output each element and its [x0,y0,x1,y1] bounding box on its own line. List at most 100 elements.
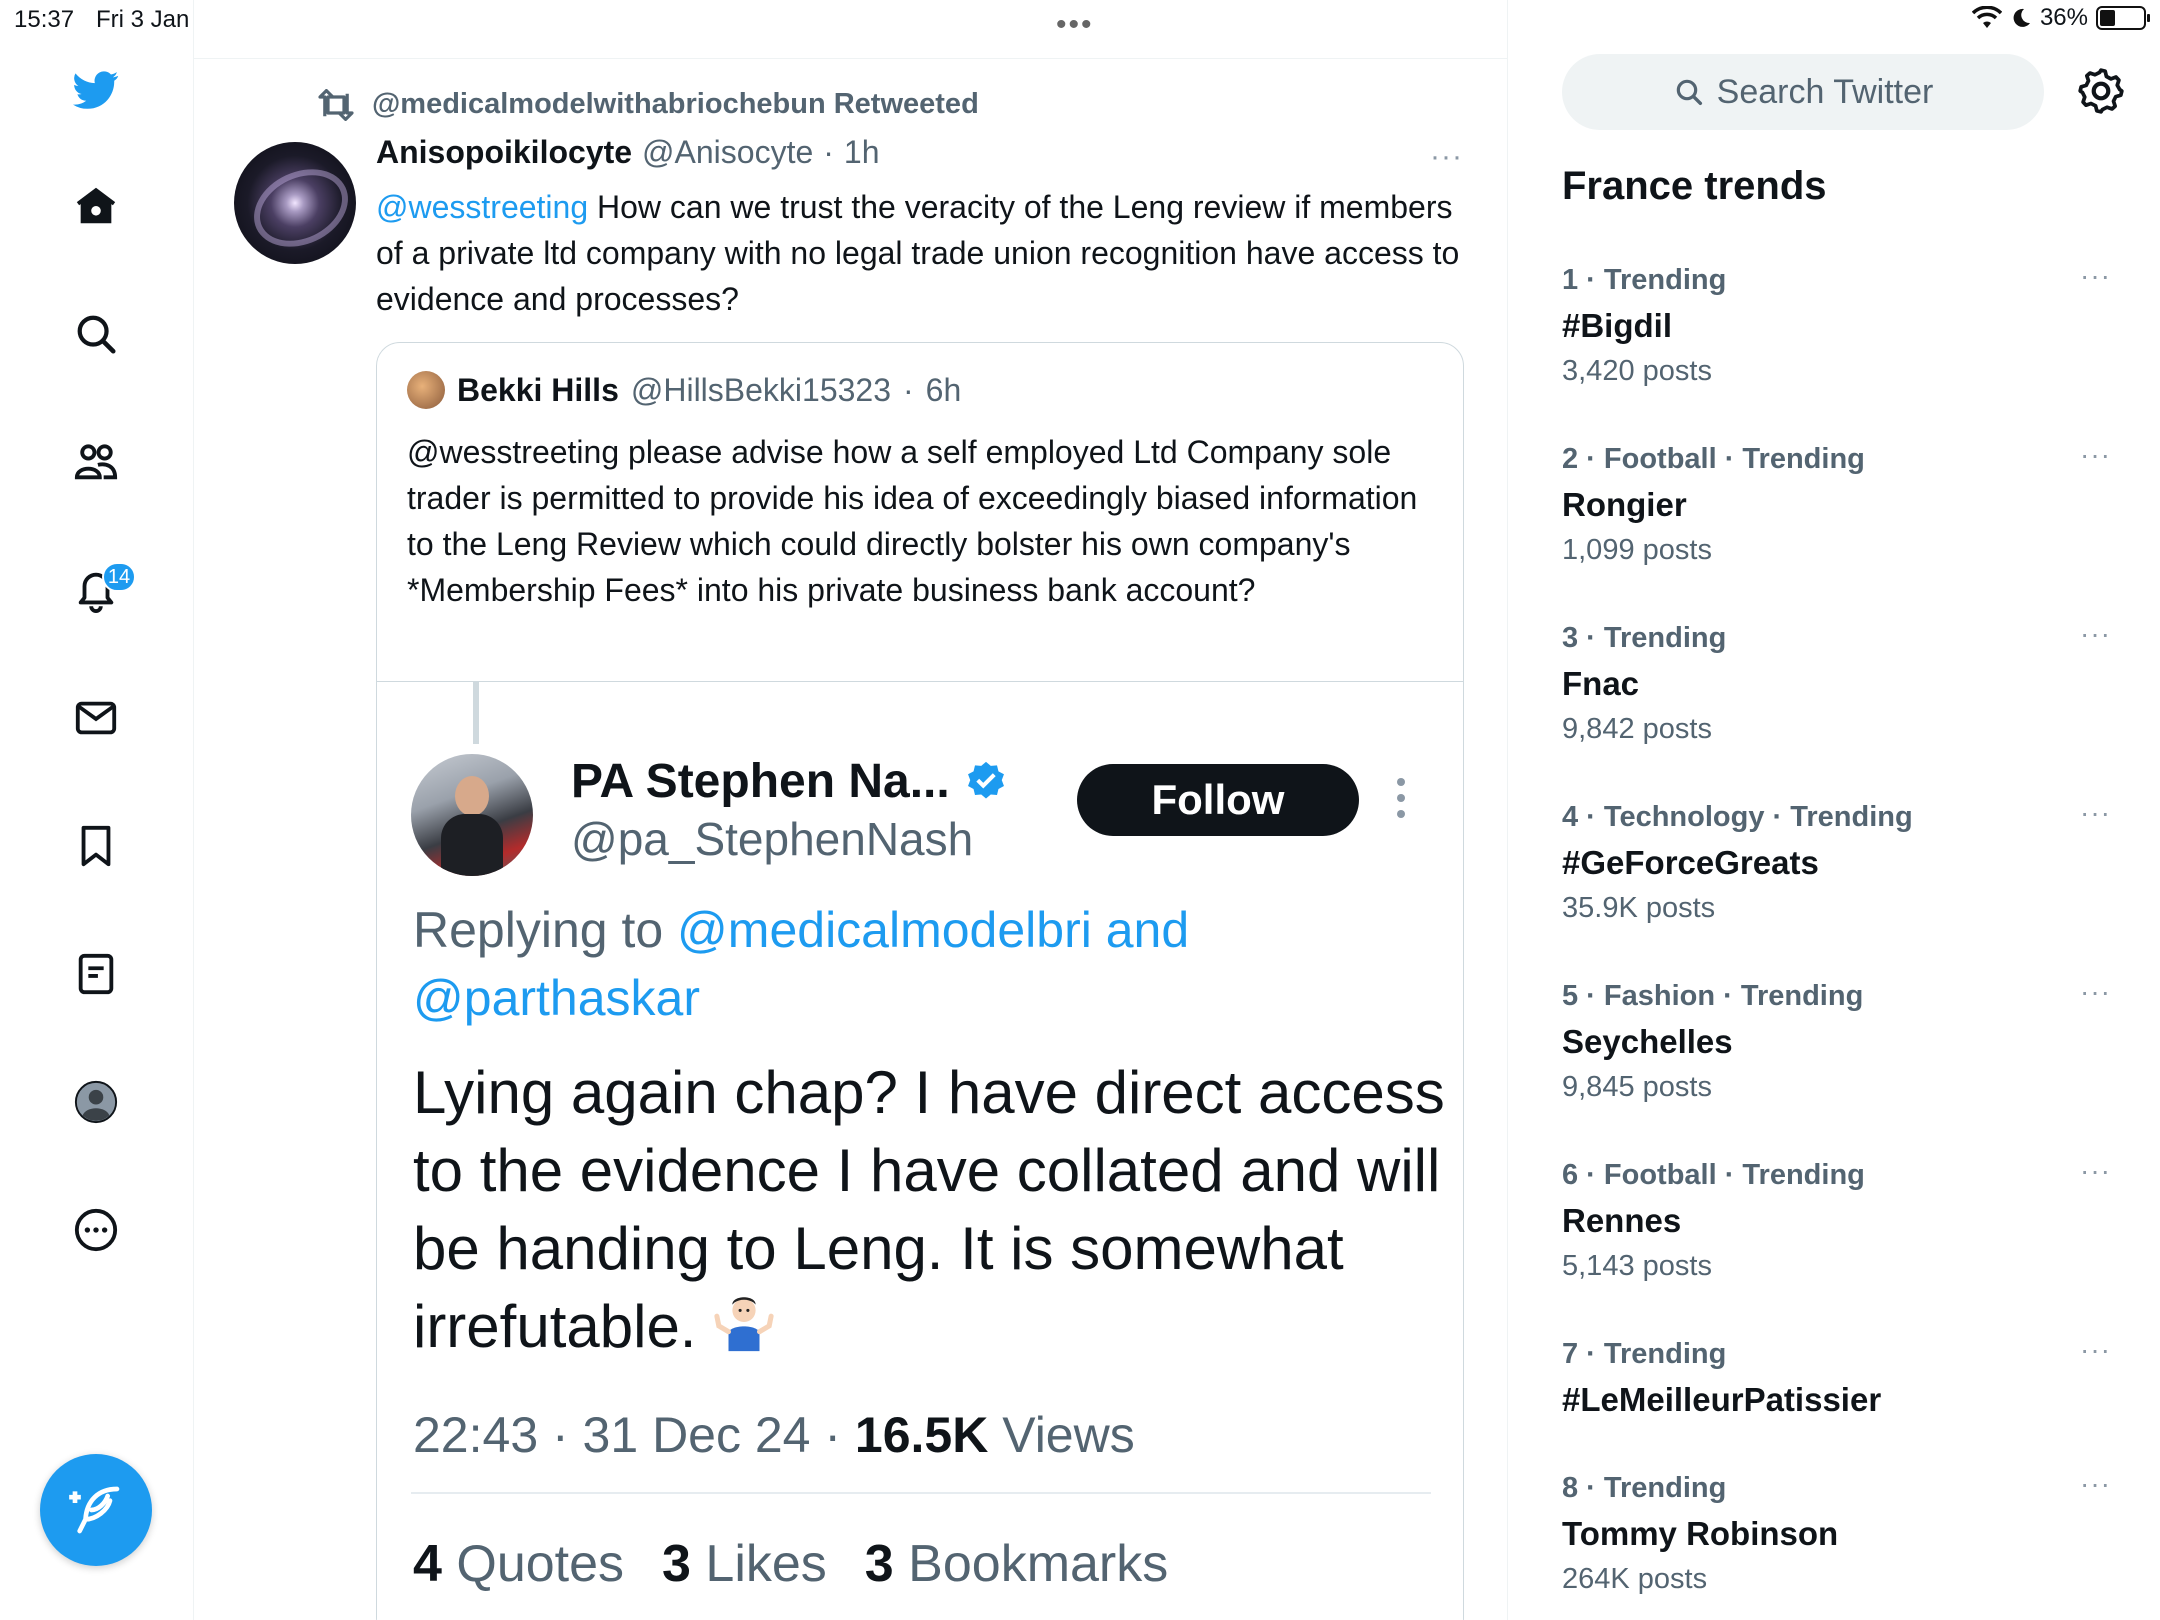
trend-more-button[interactable]: ··· [2080,1468,2111,1500]
trend-name: #LeMeilleurPatissier [1562,1381,1882,1418]
trend-more-button[interactable]: ··· [2080,1334,2111,1366]
trend-meta: 8 · Trending [1562,1472,1727,1504]
profile-avatar-icon[interactable] [66,1072,126,1132]
trend-name: Rongier [1562,486,1687,523]
battery-icon [2096,6,2150,30]
tweet-time[interactable]: 1h [844,134,880,171]
timeline-column: ••• @medicalmodelwithabriochebun Retweet… [194,0,1508,1620]
bookmarks-count: 3 [864,1535,894,1593]
trend-meta: 1 · Trending [1562,264,1727,296]
battery-fill [2100,10,2115,26]
battery-percent: 36% [2039,4,2088,31]
trend-more-button[interactable]: ··· [2080,439,2111,471]
trend-posts: 9,842 posts [1562,713,1712,745]
attached-screenshot[interactable]: PA Stephen Na... @pa_StephenNash Follow … [377,682,1463,1620]
tweet-body: @wesstreeting How can we trust the verac… [376,184,1466,322]
quote-author-avatar [407,371,445,409]
trend-posts: 35.9K posts [1562,892,1716,924]
embedded-replying-to: Replying to @medicalmodelbri and @parthas… [413,896,1433,1032]
trend-item[interactable]: 6 · Football · Trending Rennes 5,143 pos… [1562,1155,2122,1283]
trend-more-button[interactable]: ··· [2080,797,2111,829]
quote-author-name: Bekki Hills [457,371,619,408]
replying-prefix: Replying to [413,902,678,958]
trend-posts: 3,420 posts [1562,355,1712,387]
trend-more-button[interactable]: ··· [2080,618,2111,650]
compose-tweet-button[interactable] [40,1454,152,1566]
quotes-count: 4 [413,1535,442,1593]
trend-more-button[interactable]: ··· [2080,976,2111,1008]
trend-posts: 9,845 posts [1562,1071,1712,1103]
author-name[interactable]: Anisopoikilocyte [376,134,632,171]
compose-feather-icon [69,1486,120,1534]
embedded-views-count: 16.5K [854,1407,989,1463]
notifications-badge: 14 [102,562,136,592]
trend-name: Fnac [1562,665,1640,702]
retweet-icon [318,88,354,121]
embedded-time: 22:43 · 31 Dec 24 · [413,1407,855,1463]
author-handle[interactable]: @Anisocyte [642,134,813,171]
home-icon[interactable] [66,176,126,236]
trend-posts: 5,143 posts [1562,1250,1712,1282]
messages-envelope-icon[interactable] [66,688,126,748]
embedded-name-text: PA Stephen Na... [571,755,950,808]
verified-badge-icon [967,761,1004,798]
tweet-mention-link[interactable]: @wesstreeting [376,189,588,225]
quote-separator: · [903,371,914,408]
trend-item[interactable]: 8 · Trending Tommy Robinson 264K posts ·… [1562,1468,2122,1596]
lists-icon[interactable] [66,944,126,1004]
retweet-context[interactable]: @medicalmodelwithabriochebun Retweeted [316,88,979,121]
settings-gear-icon[interactable] [2076,66,2126,116]
trend-meta: 2 · Football · Trending [1562,443,1865,475]
communities-icon[interactable] [66,432,126,492]
moon-icon [2013,8,2030,27]
trend-name: Rennes [1562,1202,1682,1239]
embedded-stats: 4 Quotes 3 Likes 3 Bookmarks [413,1534,1168,1594]
trend-item[interactable]: 5 · Fashion · Trending Seychelles 9,845 … [1562,976,2122,1104]
replying-mentions-2: @parthaskar [413,970,700,1026]
replying-mentions-1: @medicalmodelbri and [677,902,1190,958]
header-divider [194,58,1508,59]
person-shrugging-emoji-icon [714,1297,774,1352]
trend-more-button[interactable]: ··· [2080,1155,2111,1187]
trend-item[interactable]: 3 · Trending Fnac 9,842 posts ··· [1562,618,2122,746]
wifi-icon [1971,6,2002,28]
trend-posts: 264K posts [1562,1563,1708,1595]
likes-label: Likes [690,1535,827,1593]
trend-item[interactable]: 2 · Football · Trending Rongier 1,099 po… [1562,439,2122,567]
trend-item[interactable]: 4 · Technology · Trending #GeForceGreats… [1562,797,2122,925]
quotes-stat: 4 Quotes [413,1534,624,1594]
twitter-logo-icon[interactable] [66,60,126,120]
trend-posts: 1,099 posts [1562,534,1712,566]
trend-more-button[interactable]: ··· [2080,260,2111,292]
header-separator: · [823,134,834,170]
quoted-tweet-card[interactable]: Bekki Hills @HillsBekki15323 · 6h @wesst… [376,342,1464,1620]
likes-stat: 3 Likes [662,1534,827,1594]
explore-search-icon[interactable] [66,304,126,364]
embedded-views-label: Views [988,1407,1135,1463]
quote-author-handle: @HillsBekki15323 [630,371,892,408]
more-circle-icon[interactable] [66,1200,126,1260]
trend-meta: 6 · Football · Trending [1562,1159,1865,1191]
trend-name: #GeForceGreats [1562,844,1819,881]
retweeted-by-label: @medicalmodelwithabriochebun Retweeted [372,88,979,120]
embedded-text: Lying again chap? I have direct access t… [413,1059,1445,1360]
trend-meta: 7 · Trending [1562,1338,1727,1370]
likes-count: 3 [662,1535,691,1593]
left-nav: 14 [0,0,194,1620]
author-avatar[interactable] [234,142,356,264]
embedded-follow-button: Follow [1077,764,1359,836]
notifications-bell-icon[interactable]: 14 [66,560,136,620]
quotes-label: Quotes [441,1535,625,1593]
embedded-author-handle: @pa_StephenNash [571,813,974,865]
tweet-more-button[interactable]: ··· [1430,140,1463,174]
multitask-dots[interactable]: ••• [1056,8,1094,42]
quote-time: 6h [925,371,962,408]
quote-text: @wesstreeting please advise how a self e… [407,434,1418,608]
trend-name: Seychelles [1562,1023,1733,1060]
trend-item[interactable]: 7 · Trending #LeMeilleurPatissier ··· [1562,1334,2122,1419]
search-input[interactable]: Search Twitter [1562,54,2044,130]
status-right: 36% [1971,4,2150,32]
trends-title: France trends [1562,164,1827,208]
bookmarks-icon[interactable] [66,816,126,876]
trend-item[interactable]: 1 · Trending #Bigdil 3,420 posts ··· [1562,260,2122,388]
